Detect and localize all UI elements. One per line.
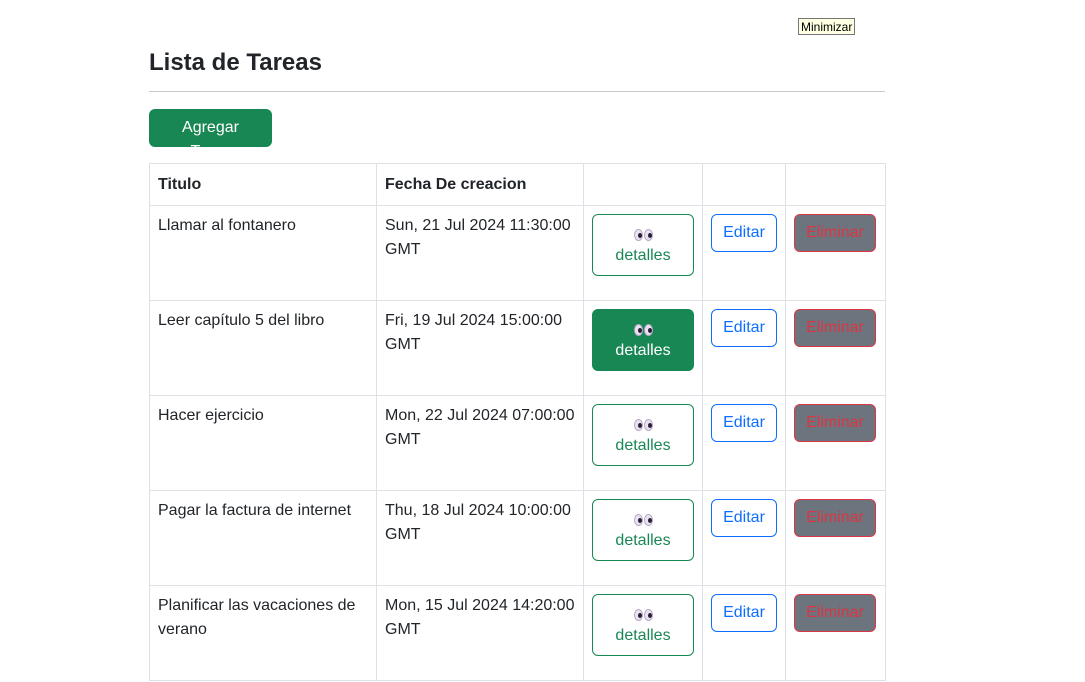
task-date-cell: Mon, 22 Jul 2024 07:00:00 GMT [376,395,584,491]
edit-button[interactable]: Editar [711,404,777,442]
task-title-cell: Pagar la factura de internet [149,490,377,586]
page-title: Lista de Tareas [149,49,322,76]
details-button[interactable]: detalles [592,594,694,656]
edit-button[interactable]: Editar [711,594,777,632]
details-button[interactable]: detalles [592,499,694,561]
edit-button[interactable]: Editar [711,309,777,347]
eyes-icon [599,413,687,435]
details-button-label: detalles [615,532,671,549]
edit-button[interactable]: Editar [711,214,777,252]
details-button-label: detalles [615,342,671,359]
task-details-cell: detalles [583,585,703,681]
task-details-cell: detalles [583,205,703,301]
details-button[interactable]: detalles [592,309,694,371]
title-divider [149,91,885,92]
task-edit-cell: Editar [702,395,786,491]
tasks-table: Titulo Fecha De creacion Llamar al fonta… [149,163,886,681]
task-details-cell: detalles [583,490,703,586]
task-title-cell: Hacer ejercicio [149,395,377,491]
table-row: Llamar al fontanero Sun, 21 Jul 2024 11:… [149,205,886,301]
task-delete-cell: Eliminar [785,205,886,301]
task-date-cell: Mon, 15 Jul 2024 14:20:00 GMT [376,585,584,681]
delete-button[interactable]: Eliminar [794,309,876,347]
table-row: Hacer ejercicio Mon, 22 Jul 2024 07:00:0… [149,395,886,491]
task-delete-cell: Eliminar [785,300,886,396]
task-title-cell: Llamar al fontanero [149,205,377,301]
details-button-label: detalles [615,247,671,264]
table-row: Pagar la factura de internet Thu, 18 Jul… [149,490,886,586]
task-delete-cell: Eliminar [785,395,886,491]
column-header-edit [702,163,786,206]
task-edit-cell: Editar [702,490,786,586]
task-title-cell: Planificar las vacaciones de verano [149,585,377,681]
delete-button[interactable]: Eliminar [794,594,876,632]
delete-button[interactable]: Eliminar [794,214,876,252]
task-edit-cell: Editar [702,205,786,301]
task-date-cell: Fri, 19 Jul 2024 15:00:00 GMT [376,300,584,396]
eyes-icon [599,223,687,245]
minimize-tooltip: Minimizar [798,18,856,35]
task-date-cell: Sun, 21 Jul 2024 11:30:00 GMT [376,205,584,301]
eyes-icon [599,508,687,530]
task-date-cell: Thu, 18 Jul 2024 10:00:00 GMT [376,490,584,586]
task-delete-cell: Eliminar [785,585,886,681]
eyes-icon [599,603,687,625]
eyes-icon [599,318,687,340]
task-edit-cell: Editar [702,300,786,396]
column-header-delete [785,163,886,206]
task-delete-cell: Eliminar [785,490,886,586]
details-button-label: detalles [615,437,671,454]
task-details-cell: detalles [583,300,703,396]
task-title-cell: Leer capítulo 5 del libro [149,300,377,396]
delete-button[interactable]: Eliminar [794,404,876,442]
task-details-cell: detalles [583,395,703,491]
column-header-date: Fecha De creacion [376,163,584,206]
details-button-label: detalles [615,627,671,644]
column-header-title: Titulo [149,163,377,206]
table-header-row: Titulo Fecha De creacion [149,163,886,206]
edit-button[interactable]: Editar [711,499,777,537]
add-task-button[interactable]: Agregar Tarea [149,109,272,160]
details-button[interactable]: detalles [592,214,694,276]
column-header-details [583,163,703,206]
delete-button[interactable]: Eliminar [794,499,876,537]
table-row: Planificar las vacaciones de verano Mon,… [149,585,886,681]
task-edit-cell: Editar [702,585,786,681]
details-button[interactable]: detalles [592,404,694,466]
table-row: Leer capítulo 5 del libro Fri, 19 Jul 20… [149,300,886,396]
